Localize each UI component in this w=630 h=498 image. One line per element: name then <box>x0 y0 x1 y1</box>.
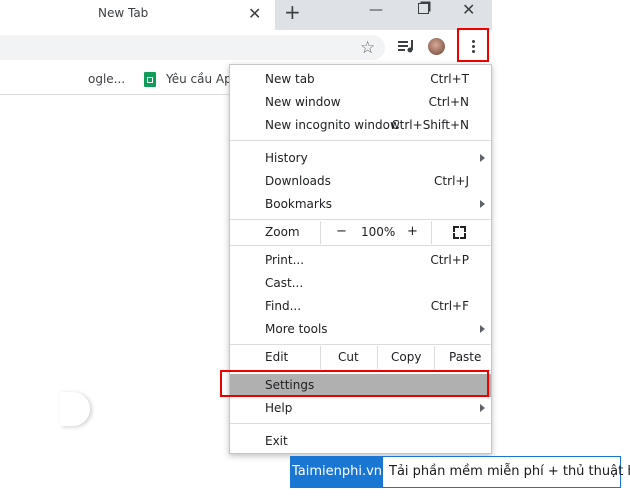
menu-item-new-tab[interactable]: New tab Ctrl+T <box>230 68 491 91</box>
zoom-in-button[interactable]: + <box>407 224 418 239</box>
menu-item-bookmarks[interactable]: Bookmarks <box>230 193 491 216</box>
menu-item-history[interactable]: History <box>230 147 491 170</box>
edit-label: Edit <box>265 350 289 364</box>
bookmark-star-icon[interactable]: ☆ <box>360 38 375 58</box>
submenu-arrow-icon <box>480 325 485 333</box>
menu-item-label: Exit <box>265 434 288 448</box>
zoom-out-button[interactable]: − <box>336 224 347 239</box>
window-close-icon[interactable]: ✕ <box>462 0 475 19</box>
menu-item-label: New window <box>265 95 341 109</box>
media-control-icon[interactable] <box>398 38 416 54</box>
search-box-edge[interactable] <box>60 392 90 426</box>
menu-item-help[interactable]: Help <box>230 397 491 420</box>
menu-divider <box>230 140 491 141</box>
menu-item-shortcut: Ctrl+P <box>430 253 469 267</box>
menu-item-find[interactable]: Find... Ctrl+F <box>230 295 491 318</box>
menu-item-label: Print... <box>265 253 305 267</box>
settings-highlight <box>220 370 489 397</box>
menu-item-shortcut: Ctrl+T <box>430 72 469 86</box>
menu-item-label: Find... <box>265 299 302 313</box>
menu-item-more-tools[interactable]: More tools <box>230 318 491 341</box>
new-tab-button[interactable]: + <box>284 0 301 24</box>
menu-item-label: Bookmarks <box>265 197 333 211</box>
sheets-icon <box>144 72 156 87</box>
menu-divider <box>230 245 491 246</box>
bookmark-google[interactable]: ogle... <box>88 72 125 86</box>
profile-avatar[interactable] <box>428 38 445 55</box>
fullscreen-icon[interactable] <box>453 226 466 239</box>
menu-item-label: New tab <box>265 72 315 86</box>
menu-divider <box>431 221 432 244</box>
menu-item-downloads[interactable]: Downloads Ctrl+J <box>230 170 491 193</box>
menu-edit-row: Edit Cut Copy Paste <box>230 346 491 369</box>
menu-divider <box>320 221 321 244</box>
tab-close-icon[interactable]: ✕ <box>248 4 261 23</box>
menu-divider <box>434 346 435 369</box>
submenu-arrow-icon <box>480 404 485 412</box>
zoom-level: 100% <box>361 225 396 239</box>
tab-title: New Tab <box>98 6 149 20</box>
menu-item-label: Downloads <box>265 174 331 188</box>
cut-button[interactable]: Cut <box>338 350 359 364</box>
watermark-brand: Taimienphi.vn <box>291 457 383 487</box>
menu-divider <box>230 219 491 220</box>
submenu-arrow-icon <box>480 200 485 208</box>
watermark-tagline: Tải phần mềm miễn phí + thủ thuật hay <box>389 464 630 479</box>
menu-item-exit[interactable]: Exit <box>230 430 491 453</box>
menu-divider <box>230 344 491 345</box>
address-bar[interactable] <box>0 35 385 60</box>
menu-item-label: Help <box>265 401 293 415</box>
watermark-banner: Taimienphi.vn Tải phần mềm miễn phí + th… <box>290 456 630 488</box>
menu-divider <box>320 346 321 369</box>
restore-icon[interactable] <box>418 3 429 14</box>
menu-item-label: Cast... <box>265 276 304 290</box>
menu-item-shortcut: Ctrl+J <box>434 174 469 188</box>
menu-item-new-window[interactable]: New window Ctrl+N <box>230 91 491 114</box>
menu-item-print[interactable]: Print... Ctrl+P <box>230 249 491 272</box>
zoom-label: Zoom <box>265 225 300 239</box>
menu-divider <box>230 423 491 424</box>
menu-item-label: History <box>265 151 308 165</box>
menu-divider <box>377 346 378 369</box>
menu-item-cast[interactable]: Cast... <box>230 272 491 295</box>
menu-item-label: New incognito window <box>265 118 400 132</box>
paste-button[interactable]: Paste <box>449 350 481 364</box>
menu-item-new-incognito-window[interactable]: New incognito window Ctrl+Shift+N <box>230 114 491 137</box>
menu-zoom-row: Zoom − 100% + <box>230 221 491 244</box>
menu-item-shortcut: Ctrl+F <box>430 299 469 313</box>
menu-item-label: More tools <box>265 322 328 336</box>
menu-button-highlight <box>457 28 489 62</box>
submenu-arrow-icon <box>480 154 485 162</box>
menu-item-shortcut: Ctrl+N <box>428 95 469 109</box>
copy-button[interactable]: Copy <box>391 350 421 364</box>
minimize-icon[interactable]: — <box>369 2 383 18</box>
menu-item-shortcut: Ctrl+Shift+N <box>391 118 469 132</box>
